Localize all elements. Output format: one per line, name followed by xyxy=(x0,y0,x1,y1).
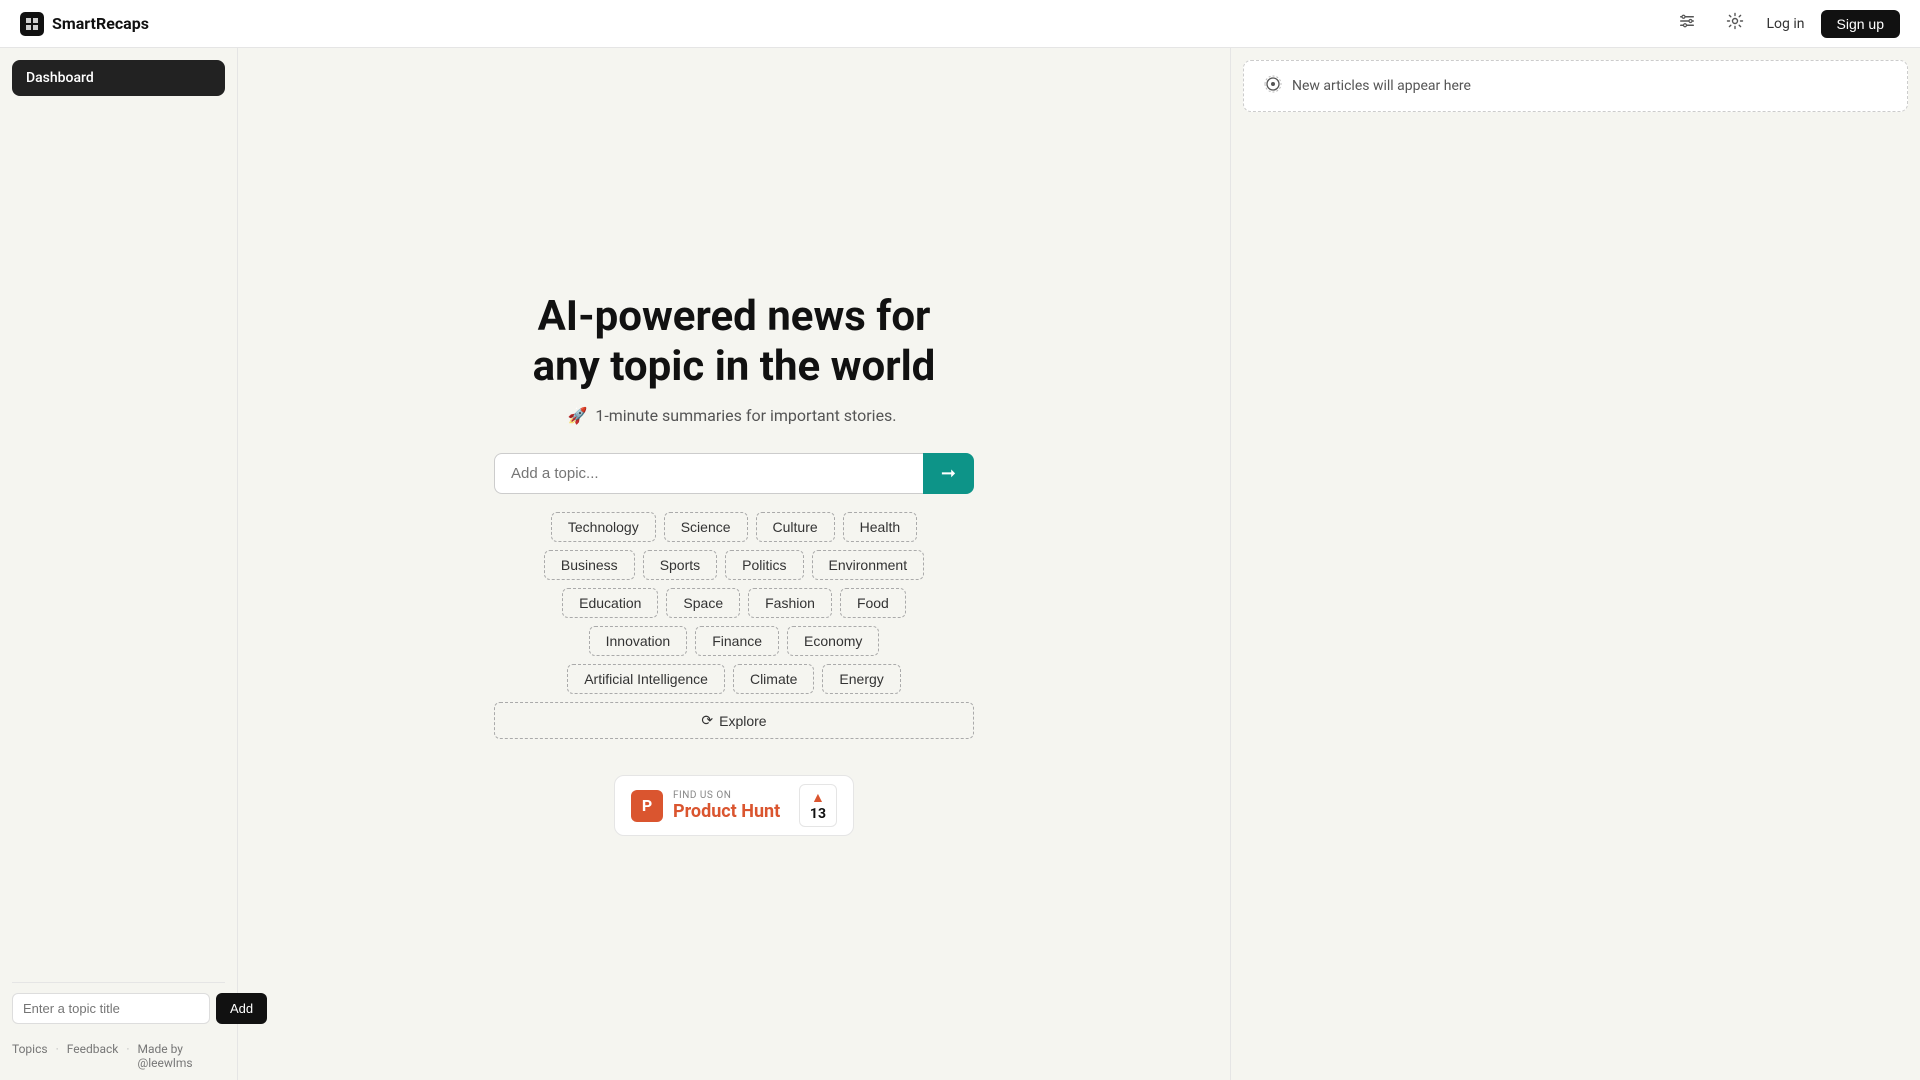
product-hunt-count: ▲ 13 xyxy=(799,784,837,827)
topic-chip-fashion[interactable]: Fashion xyxy=(748,588,832,618)
footer-topics-link[interactable]: Topics xyxy=(12,1042,48,1070)
product-hunt-number: 13 xyxy=(810,806,826,822)
sidebar-input-area: Add xyxy=(12,982,225,1034)
topic-chip-economy[interactable]: Economy xyxy=(787,626,879,656)
upvote-arrow-icon: ▲ xyxy=(811,789,825,806)
sidebar-bottom: Add Topics · Feedback · Made by @leewlms xyxy=(12,982,225,1080)
notice-text: New articles will appear here xyxy=(1292,78,1471,94)
navbar: SmartRecaps Log in xyxy=(0,0,1920,48)
notice-icon xyxy=(1264,75,1282,97)
search-box: ➞ xyxy=(494,453,974,494)
hero-title: AI-powered news for any topic in the wor… xyxy=(533,292,936,393)
sidebar-item-dashboard[interactable]: Dashboard xyxy=(12,60,225,96)
topic-chip-business[interactable]: Business xyxy=(544,550,635,580)
footer-dot1: · xyxy=(56,1042,59,1070)
sidebar-top: Dashboard xyxy=(12,60,225,100)
topic-chip-climate[interactable]: Climate xyxy=(733,664,814,694)
refresh-icon: ⟳ xyxy=(701,712,713,729)
product-hunt-badge[interactable]: P FIND US ON Product Hunt ▲ 13 xyxy=(614,775,854,836)
topic-chip-space[interactable]: Space xyxy=(666,588,740,618)
subtitle-text: 1-minute summaries for important stories… xyxy=(595,406,896,425)
topics-row-1: Technology Science Culture Health xyxy=(494,512,974,542)
topic-chip-ai[interactable]: Artificial Intelligence xyxy=(567,664,725,694)
topic-chip-science[interactable]: Science xyxy=(664,512,748,542)
footer-feedback-link[interactable]: Feedback xyxy=(67,1042,119,1070)
login-link[interactable]: Log in xyxy=(1767,16,1805,32)
product-hunt-text: FIND US ON Product Hunt xyxy=(673,790,789,822)
signup-button[interactable]: Sign up xyxy=(1821,10,1900,38)
topic-chip-health[interactable]: Health xyxy=(843,512,917,542)
product-hunt-name: Product Hunt xyxy=(673,801,789,822)
footer-madeby-link[interactable]: Made by @leewlms xyxy=(137,1042,225,1070)
subtitle-emoji: 🚀 xyxy=(567,406,587,425)
sidebar-topic-input[interactable] xyxy=(12,993,210,1024)
main-content: AI-powered news for any topic in the wor… xyxy=(238,48,1230,1080)
topic-chip-technology[interactable]: Technology xyxy=(551,512,656,542)
sidebar-input-row: Add xyxy=(12,993,225,1024)
arrow-right-icon: ➞ xyxy=(941,463,956,484)
topic-chip-culture[interactable]: Culture xyxy=(756,512,835,542)
product-hunt-find-label: FIND US ON xyxy=(673,790,789,801)
main-layout: Dashboard Add Topics · Feedback · Made b… xyxy=(0,48,1920,1080)
right-panel: New articles will appear here xyxy=(1230,48,1920,1080)
topic-chip-innovation[interactable]: Innovation xyxy=(589,626,688,656)
topics-row-5: Artificial Intelligence Climate Energy xyxy=(494,664,974,694)
settings-icon-btn[interactable] xyxy=(1719,8,1751,40)
topics-row-3: Education Space Fashion Food xyxy=(494,588,974,618)
topic-search-input[interactable] xyxy=(494,453,923,494)
topic-search-button[interactable]: ➞ xyxy=(923,453,974,494)
topic-chip-finance[interactable]: Finance xyxy=(695,626,779,656)
logo-icon xyxy=(20,12,44,36)
settings-icon xyxy=(1726,12,1744,35)
topic-chip-environment[interactable]: Environment xyxy=(812,550,925,580)
footer-dot2: · xyxy=(126,1042,129,1070)
product-hunt-icon: P xyxy=(631,790,663,822)
topic-chip-politics[interactable]: Politics xyxy=(725,550,803,580)
topics-row-2: Business Sports Politics Environment xyxy=(494,550,974,580)
app-logo[interactable]: SmartRecaps xyxy=(20,12,149,36)
filter-icon-btn[interactable] xyxy=(1671,8,1703,40)
topic-chip-food[interactable]: Food xyxy=(840,588,906,618)
hero-subtitle: 🚀 1-minute summaries for important stori… xyxy=(567,406,900,425)
sidebar-footer: Topics · Feedback · Made by @leewlms xyxy=(12,1034,225,1080)
topics-grid: Technology Science Culture Health Busine… xyxy=(494,512,974,739)
topic-chip-energy[interactable]: Energy xyxy=(822,664,900,694)
explore-button[interactable]: ⟳ Explore xyxy=(494,702,974,739)
topics-row-4: Innovation Finance Economy xyxy=(494,626,974,656)
app-name: SmartRecaps xyxy=(52,14,149,33)
explore-label: Explore xyxy=(719,713,766,729)
topic-chip-education[interactable]: Education xyxy=(562,588,658,618)
navbar-right: Log in Sign up xyxy=(1671,8,1900,40)
sidebar: Dashboard Add Topics · Feedback · Made b… xyxy=(0,48,238,1080)
topic-chip-sports[interactable]: Sports xyxy=(643,550,717,580)
filter-icon xyxy=(1678,12,1696,35)
articles-notice: New articles will appear here xyxy=(1243,60,1908,112)
